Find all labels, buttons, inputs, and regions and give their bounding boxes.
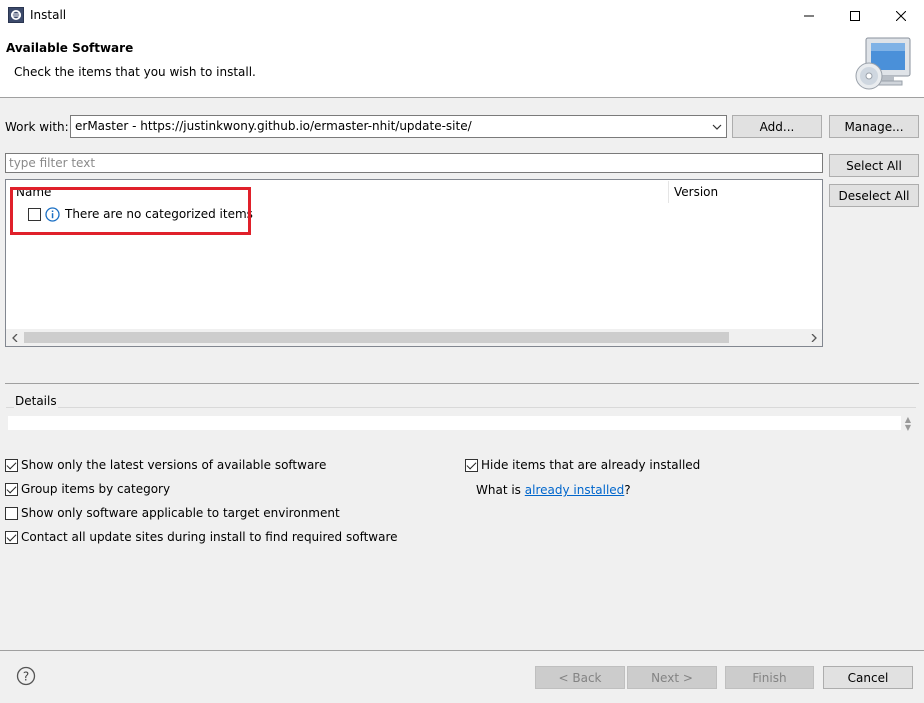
filter-input[interactable]: type filter text [5,153,823,173]
option-show-latest[interactable]: Show only the latest versions of availab… [5,458,326,472]
scroll-thumb[interactable] [24,332,729,343]
close-button[interactable] [878,0,924,31]
manage-sites-button[interactable]: Manage... [829,115,919,138]
work-with-combo[interactable]: erMaster - https://justinkwony.github.io… [70,115,727,138]
back-button[interactable]: < Back [535,666,625,689]
show-applicable-label: Show only software applicable to target … [21,506,340,520]
next-button[interactable]: Next > [627,666,717,689]
help-icon[interactable]: ? [16,666,36,686]
option-contact-sites[interactable]: Contact all update sites during install … [5,530,398,544]
what-is-suffix: ? [624,483,631,497]
scroll-left-button[interactable] [6,329,23,346]
select-all-button[interactable]: Select All [829,154,919,177]
maximize-button[interactable] [832,0,878,31]
what-is-installed-text: What is already installed? [476,483,631,497]
maximize-icon [850,10,860,21]
group-by-category-checkbox[interactable] [5,482,18,496]
option-hide-installed[interactable]: Hide items that are already installed [465,458,700,472]
work-with-value: erMaster - https://justinkwony.github.io… [75,119,472,133]
window-title: Install [30,8,67,22]
details-scroll-arrows[interactable]: ▲ ▼ [902,416,914,434]
header-banner: Available Software Check the items that … [0,31,924,98]
show-latest-label: Show only the latest versions of availab… [21,458,327,472]
page-title: Available Software [6,41,134,55]
already-installed-link[interactable]: already installed [525,483,625,497]
chevron-right-icon [811,333,817,342]
column-header-version[interactable]: Version [674,185,718,199]
page-description: Check the items that you wish to install… [14,65,256,79]
chevron-left-icon [11,333,17,342]
details-text-area[interactable] [8,416,901,430]
what-is-prefix: What is [476,483,525,497]
svg-text:?: ? [23,670,29,684]
hide-installed-checkbox[interactable] [465,458,478,472]
show-applicable-checkbox[interactable] [5,506,18,520]
scroll-right-button[interactable] [805,329,822,346]
chevron-down-icon[interactable] [711,120,723,134]
close-icon [896,10,906,21]
minimize-icon [804,15,814,16]
details-label: Details [14,394,58,408]
work-with-label: Work with: [5,120,69,134]
option-show-applicable[interactable]: Show only software applicable to target … [5,506,340,520]
eclipse-app-icon [8,7,24,23]
option-group-by-category[interactable]: Group items by category [5,482,170,496]
contact-sites-label: Contact all update sites during install … [21,530,398,544]
finish-button[interactable]: Finish [725,666,814,689]
contact-sites-checkbox[interactable] [5,530,18,544]
add-site-button[interactable]: Add... [732,115,822,138]
filter-placeholder: type filter text [9,156,96,170]
horizontal-scrollbar[interactable] [6,329,822,346]
title-bar: Install [0,0,924,31]
column-divider[interactable] [668,181,669,203]
show-latest-checkbox[interactable] [5,458,18,472]
install-software-icon [855,37,911,90]
divider [5,383,919,384]
highlight-annotation [10,187,251,235]
cancel-button[interactable]: Cancel [823,666,913,689]
hide-installed-label: Hide items that are already installed [481,458,701,472]
footer-divider [0,650,924,651]
minimize-button[interactable] [786,0,832,31]
group-by-category-label: Group items by category [21,482,171,496]
deselect-all-button[interactable]: Deselect All [829,184,919,207]
